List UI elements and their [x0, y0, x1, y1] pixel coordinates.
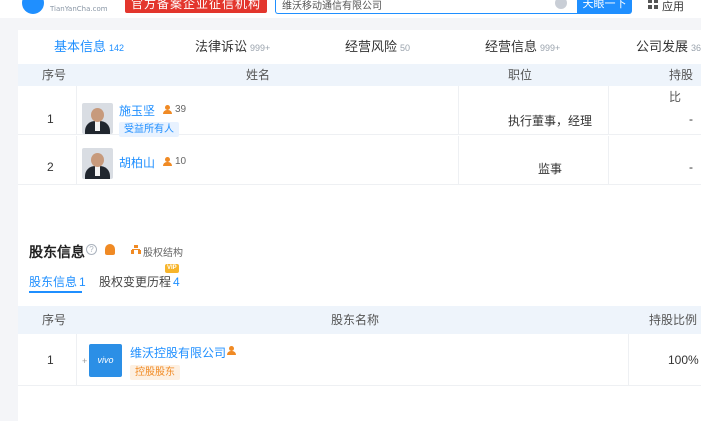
section-title: 股东信息: [29, 244, 85, 260]
cell-divider: [76, 334, 77, 385]
subtab-label: 股权变更历程: [99, 275, 172, 289]
shareholder-name[interactable]: 维沃控股有限公司: [130, 344, 226, 361]
cell-divider: [628, 334, 629, 385]
row-index: 1: [47, 112, 54, 126]
table-row: 2 胡柏山 10 监事 -: [18, 136, 701, 185]
structure-icon[interactable]: [131, 245, 141, 254]
subtab-equity-history[interactable]: 股权变更历程 4: [99, 273, 180, 290]
table-row: 1 施玉坚 39 受益所有人 执行董事，经理 -: [18, 86, 701, 137]
vip-badge: VIP: [165, 264, 179, 273]
equity-structure-link[interactable]: 股权结构: [143, 244, 183, 259]
bell-icon[interactable]: [105, 244, 115, 255]
subtab-label: 股东信息: [29, 275, 78, 289]
person-name[interactable]: 胡柏山: [119, 154, 155, 171]
col-position: 职位: [508, 68, 533, 82]
person-name[interactable]: 施玉坚: [119, 102, 155, 119]
share-ratio: -: [689, 160, 693, 174]
apps-grid-icon[interactable]: [648, 0, 658, 9]
cell-divider: [458, 86, 459, 134]
expand-icon[interactable]: +: [82, 356, 87, 366]
cell-divider: [458, 136, 459, 184]
clear-icon[interactable]: [555, 0, 567, 9]
col-shareholder-name: 股东名称: [331, 313, 380, 327]
apps-label[interactable]: 应用: [662, 0, 684, 14]
top-bar: TianYanCha.com 官方备案企业征信机构 天眼一下 应用: [0, 0, 701, 18]
person-icon: [163, 157, 172, 166]
tab-count: 36: [691, 43, 701, 53]
certification-badge: 官方备案企业征信机构: [125, 0, 268, 13]
cell-divider: [76, 136, 77, 184]
vivo-logo: vivo: [89, 344, 122, 377]
subtab-count: 1: [79, 275, 86, 289]
tab-development[interactable]: 公司发展 36: [636, 30, 701, 64]
related-count: 39: [175, 104, 187, 115]
related-count: 10: [175, 156, 187, 167]
structure-icon[interactable]: [227, 346, 236, 355]
key-personnel-card: 基本信息 142 法律诉讼 999+ 经营风险 50 经营信息 999+ 公司发展 36 …: [18, 30, 701, 230]
tab-count: 142: [109, 43, 125, 53]
position: 监事: [537, 162, 562, 176]
beneficiary-tag: 受益所有人: [119, 122, 179, 137]
share-ratio: 100%: [668, 353, 699, 367]
help-icon[interactable]: ?: [86, 244, 97, 255]
avatar[interactable]: [82, 103, 113, 134]
controlling-shareholder-tag: 控股股东: [130, 365, 180, 380]
tab-operations[interactable]: 经营信息 999+: [485, 30, 560, 64]
active-tab-indicator: [29, 291, 82, 293]
tab-risk[interactable]: 经营风险 50: [345, 30, 410, 64]
table-row: 1 + vivo 维沃控股有限公司 控股股东 100%: [18, 334, 701, 386]
person-icon: [163, 105, 172, 114]
members-table-header: 序号 姓名 职位 持股比: [18, 64, 701, 104]
logo-subtitle: TianYanCha.com: [50, 5, 108, 13]
subtab-count: 4: [173, 275, 180, 289]
search-input[interactable]: [282, 0, 542, 12]
search-box[interactable]: [275, 0, 577, 14]
col-index: 序号: [42, 68, 67, 82]
tab-legal[interactable]: 法律诉讼 999+: [195, 30, 270, 64]
tab-basic-info[interactable]: 基本信息 142: [54, 30, 124, 64]
tab-count: 50: [400, 43, 411, 53]
tab-label: 基本信息: [54, 39, 107, 54]
shareholders-table-header: 序号 股东名称 持股比例: [18, 306, 701, 334]
share-ratio: -: [689, 112, 693, 126]
shareholders-card: 股东信息 ? 股权结构 股东信息 1 股权变更历程 4 VIP 序号 股东名称 持股…: [18, 230, 701, 421]
tab-count: 999+: [540, 43, 561, 53]
tab-label: 法律诉讼: [195, 39, 248, 54]
tianyancha-logo[interactable]: [22, 0, 44, 14]
tab-label: 公司发展: [636, 39, 689, 54]
section-tabs: 基本信息 142 法律诉讼 999+ 经营风险 50 经营信息 999+ 公司发展 36: [18, 30, 701, 64]
row-index: 2: [47, 160, 54, 174]
row-index: 1: [47, 353, 54, 367]
position: 执行董事，经理: [507, 114, 592, 128]
tab-label: 经营风险: [345, 39, 398, 54]
search-button[interactable]: 天眼一下: [577, 0, 632, 14]
subtab-shareholders[interactable]: 股东信息 1: [29, 273, 86, 290]
tab-count: 999+: [250, 43, 271, 53]
avatar[interactable]: [82, 148, 113, 179]
col-share-ratio: 持股比例: [649, 313, 698, 327]
col-name: 姓名: [246, 68, 271, 82]
col-index: 序号: [42, 313, 67, 327]
cell-divider: [76, 86, 77, 134]
tab-label: 经营信息: [485, 39, 538, 54]
